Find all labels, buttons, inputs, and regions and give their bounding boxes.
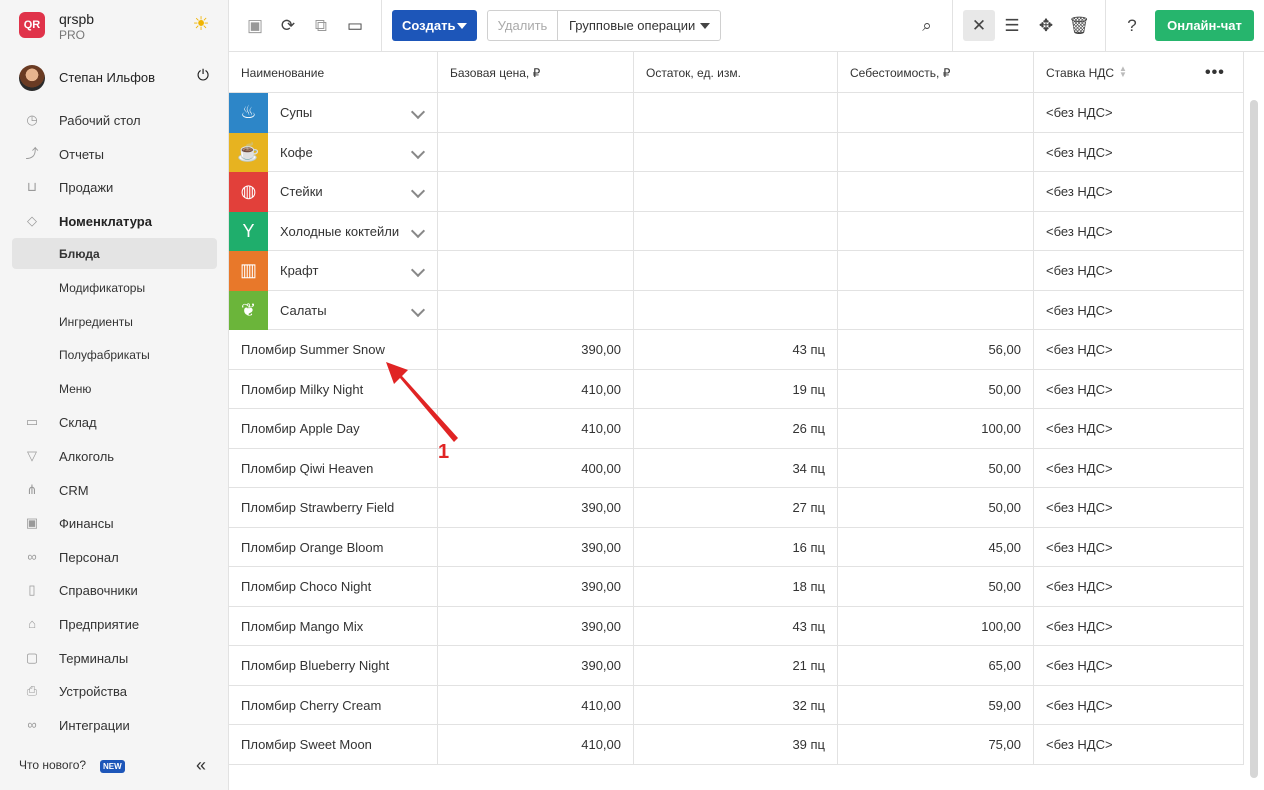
- arrow-shape: [386, 362, 458, 442]
- annotation-label: 1: [438, 441, 449, 463]
- annotation-arrow: 1: [386, 362, 458, 463]
